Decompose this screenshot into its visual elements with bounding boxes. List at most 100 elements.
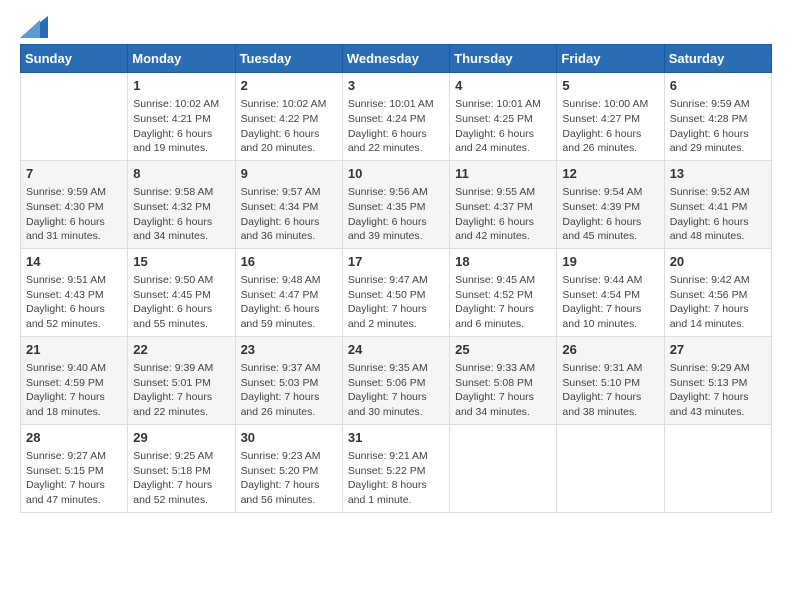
weekday-header-wednesday: Wednesday <box>342 45 449 73</box>
day-number: 9 <box>241 165 337 183</box>
calendar-cell: 21 Sunrise: 9:40 AMSunset: 4:59 PMDayligh… <box>21 336 128 424</box>
day-info: Sunrise: 9:40 AMSunset: 4:59 PMDaylight:… <box>26 361 122 420</box>
day-number: 14 <box>26 253 122 271</box>
weekday-header-tuesday: Tuesday <box>235 45 342 73</box>
day-info: Sunrise: 9:42 AMSunset: 4:56 PMDaylight:… <box>670 273 766 332</box>
day-info: Sunrise: 9:31 AMSunset: 5:10 PMDaylight:… <box>562 361 658 420</box>
calendar-cell: 16 Sunrise: 9:48 AMSunset: 4:47 PMDayligh… <box>235 248 342 336</box>
weekday-header-thursday: Thursday <box>450 45 557 73</box>
calendar-cell: 26 Sunrise: 9:31 AMSunset: 5:10 PMDayligh… <box>557 336 664 424</box>
day-info: Sunrise: 9:35 AMSunset: 5:06 PMDaylight:… <box>348 361 444 420</box>
calendar-cell <box>21 73 128 161</box>
day-number: 8 <box>133 165 229 183</box>
day-info: Sunrise: 9:54 AMSunset: 4:39 PMDaylight:… <box>562 185 658 244</box>
day-info: Sunrise: 9:33 AMSunset: 5:08 PMDaylight:… <box>455 361 551 420</box>
day-info: Sunrise: 9:59 AMSunset: 4:28 PMDaylight:… <box>670 97 766 156</box>
weekday-header-saturday: Saturday <box>664 45 771 73</box>
weekday-header-friday: Friday <box>557 45 664 73</box>
day-number: 29 <box>133 429 229 447</box>
day-info: Sunrise: 10:02 AMSunset: 4:21 PMDaylight… <box>133 97 229 156</box>
day-number: 30 <box>241 429 337 447</box>
calendar-table: SundayMondayTuesdayWednesdayThursdayFrid… <box>20 44 772 513</box>
day-number: 4 <box>455 77 551 95</box>
day-info: Sunrise: 10:01 AMSunset: 4:25 PMDaylight… <box>455 97 551 156</box>
calendar-cell <box>557 424 664 512</box>
day-info: Sunrise: 9:51 AMSunset: 4:43 PMDaylight:… <box>26 273 122 332</box>
calendar-cell: 7Sunrise: 9:59 AMSunset: 4:30 PMDaylight… <box>21 160 128 248</box>
calendar-week-row: 21 Sunrise: 9:40 AMSunset: 4:59 PMDayligh… <box>21 336 772 424</box>
day-info: Sunrise: 10:01 AMSunset: 4:24 PMDaylight… <box>348 97 444 156</box>
day-info: Sunrise: 9:57 AMSunset: 4:34 PMDaylight:… <box>241 185 337 244</box>
day-info: Sunrise: 10:00 AMSunset: 4:27 PMDaylight… <box>562 97 658 156</box>
page-header <box>20 16 772 38</box>
calendar-cell: 12 Sunrise: 9:54 AMSunset: 4:39 PMDayligh… <box>557 160 664 248</box>
weekday-header-sunday: Sunday <box>21 45 128 73</box>
day-info: Sunrise: 9:39 AMSunset: 5:01 PMDaylight:… <box>133 361 229 420</box>
day-number: 1 <box>133 77 229 95</box>
calendar-cell: 31 Sunrise: 9:21 AMSunset: 5:22 PMDayligh… <box>342 424 449 512</box>
day-number: 5 <box>562 77 658 95</box>
calendar-week-row: 7Sunrise: 9:59 AMSunset: 4:30 PMDaylight… <box>21 160 772 248</box>
calendar-cell: 1 Sunrise: 10:02 AMSunset: 4:21 PMDayligh… <box>128 73 235 161</box>
calendar-cell: 13Sunrise: 9:52 AMSunset: 4:41 PMDayligh… <box>664 160 771 248</box>
day-info: Sunrise: 9:56 AMSunset: 4:35 PMDaylight:… <box>348 185 444 244</box>
calendar-cell: 22 Sunrise: 9:39 AMSunset: 5:01 PMDayligh… <box>128 336 235 424</box>
logo <box>20 16 52 38</box>
day-number: 19 <box>562 253 658 271</box>
calendar-cell: 23 Sunrise: 9:37 AMSunset: 5:03 PMDayligh… <box>235 336 342 424</box>
day-info: Sunrise: 9:48 AMSunset: 4:47 PMDaylight:… <box>241 273 337 332</box>
calendar-cell: 6 Sunrise: 9:59 AMSunset: 4:28 PMDaylight… <box>664 73 771 161</box>
day-number: 27 <box>670 341 766 359</box>
calendar-cell <box>664 424 771 512</box>
day-info: Sunrise: 9:45 AMSunset: 4:52 PMDaylight:… <box>455 273 551 332</box>
calendar-cell: 2 Sunrise: 10:02 AMSunset: 4:22 PMDayligh… <box>235 73 342 161</box>
day-number: 7 <box>26 165 122 183</box>
day-info: Sunrise: 9:25 AMSunset: 5:18 PMDaylight:… <box>133 449 229 508</box>
calendar-cell <box>450 424 557 512</box>
day-info: Sunrise: 9:29 AMSunset: 5:13 PMDaylight:… <box>670 361 766 420</box>
calendar-week-row: 14 Sunrise: 9:51 AMSunset: 4:43 PMDayligh… <box>21 248 772 336</box>
day-number: 18 <box>455 253 551 271</box>
calendar-cell: 11 Sunrise: 9:55 AMSunset: 4:37 PMDayligh… <box>450 160 557 248</box>
calendar-cell: 3 Sunrise: 10:01 AMSunset: 4:24 PMDayligh… <box>342 73 449 161</box>
calendar-cell: 17Sunrise: 9:47 AMSunset: 4:50 PMDayligh… <box>342 248 449 336</box>
calendar-cell: 9 Sunrise: 9:57 AMSunset: 4:34 PMDaylight… <box>235 160 342 248</box>
day-info: Sunrise: 9:21 AMSunset: 5:22 PMDaylight:… <box>348 449 444 508</box>
logo-icon <box>20 16 48 38</box>
calendar-week-row: 28 Sunrise: 9:27 AMSunset: 5:15 PMDayligh… <box>21 424 772 512</box>
day-info: Sunrise: 9:44 AMSunset: 4:54 PMDaylight:… <box>562 273 658 332</box>
day-number: 21 <box>26 341 122 359</box>
day-number: 28 <box>26 429 122 447</box>
day-info: Sunrise: 9:55 AMSunset: 4:37 PMDaylight:… <box>455 185 551 244</box>
day-number: 6 <box>670 77 766 95</box>
day-number: 17 <box>348 253 444 271</box>
day-number: 11 <box>455 165 551 183</box>
day-info: Sunrise: 9:27 AMSunset: 5:15 PMDaylight:… <box>26 449 122 508</box>
day-number: 22 <box>133 341 229 359</box>
calendar-cell: 28 Sunrise: 9:27 AMSunset: 5:15 PMDayligh… <box>21 424 128 512</box>
calendar-cell: 18 Sunrise: 9:45 AMSunset: 4:52 PMDayligh… <box>450 248 557 336</box>
calendar-cell: 30Sunrise: 9:23 AMSunset: 5:20 PMDayligh… <box>235 424 342 512</box>
day-number: 31 <box>348 429 444 447</box>
weekday-header-monday: Monday <box>128 45 235 73</box>
calendar-cell: 14 Sunrise: 9:51 AMSunset: 4:43 PMDayligh… <box>21 248 128 336</box>
calendar-week-row: 1 Sunrise: 10:02 AMSunset: 4:21 PMDayligh… <box>21 73 772 161</box>
day-info: Sunrise: 9:37 AMSunset: 5:03 PMDaylight:… <box>241 361 337 420</box>
day-number: 2 <box>241 77 337 95</box>
calendar-cell: 15Sunrise: 9:50 AMSunset: 4:45 PMDayligh… <box>128 248 235 336</box>
calendar-cell: 4 Sunrise: 10:01 AMSunset: 4:25 PMDayligh… <box>450 73 557 161</box>
day-number: 26 <box>562 341 658 359</box>
day-number: 16 <box>241 253 337 271</box>
day-number: 24 <box>348 341 444 359</box>
calendar-cell: 24 Sunrise: 9:35 AMSunset: 5:06 PMDayligh… <box>342 336 449 424</box>
calendar-cell: 27 Sunrise: 9:29 AMSunset: 5:13 PMDayligh… <box>664 336 771 424</box>
weekday-header-row: SundayMondayTuesdayWednesdayThursdayFrid… <box>21 45 772 73</box>
day-number: 13 <box>670 165 766 183</box>
calendar-cell: 29 Sunrise: 9:25 AMSunset: 5:18 PMDayligh… <box>128 424 235 512</box>
day-number: 10 <box>348 165 444 183</box>
day-number: 23 <box>241 341 337 359</box>
day-info: Sunrise: 10:02 AMSunset: 4:22 PMDaylight… <box>241 97 337 156</box>
day-number: 3 <box>348 77 444 95</box>
day-number: 12 <box>562 165 658 183</box>
calendar-cell: 8Sunrise: 9:58 AMSunset: 4:32 PMDaylight… <box>128 160 235 248</box>
